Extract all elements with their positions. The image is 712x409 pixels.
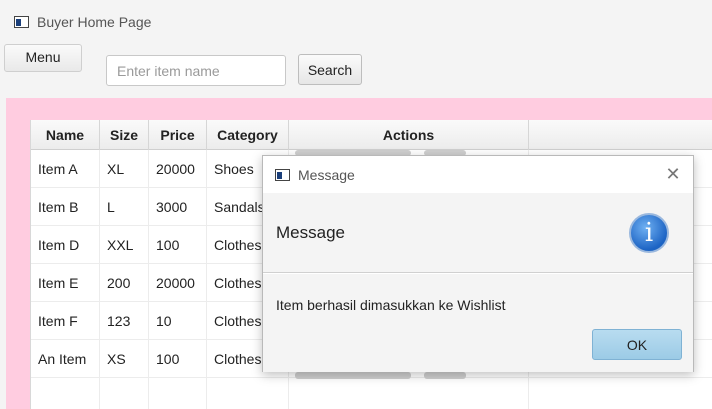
dialog-body: Item berhasil dimasukkan ke Wishlist OK — [263, 274, 693, 372]
cell-name: An Item — [31, 340, 100, 378]
dialog-header-text: Message — [276, 223, 345, 242]
dialog-header: Message i — [263, 193, 693, 273]
search-button[interactable]: Search — [298, 54, 362, 85]
table-row-empty — [31, 378, 712, 409]
cell-size: 123 — [100, 302, 149, 340]
cell-empty — [207, 378, 289, 409]
row-action-button[interactable] — [424, 372, 466, 379]
cell-price: 20000 — [149, 264, 207, 302]
window-titlebar: Buyer Home Page — [14, 10, 151, 34]
cell-empty — [31, 378, 100, 409]
search-input[interactable] — [106, 55, 286, 86]
cell-price: 100 — [149, 340, 207, 378]
dialog-window-icon — [275, 168, 290, 181]
cell-name: Item D — [31, 226, 100, 264]
cell-empty — [529, 378, 712, 409]
ok-button[interactable]: OK — [592, 329, 682, 360]
cell-name: Item F — [31, 302, 100, 340]
dialog-titlebar: Message — [263, 156, 693, 193]
message-dialog: Message ✕ Message i Item berhasil dimasu… — [262, 155, 694, 372]
cell-size: XS — [100, 340, 149, 378]
dialog-content-text: Item berhasil dimasukkan ke Wishlist — [276, 297, 506, 313]
cell-size: XL — [100, 150, 149, 188]
cell-size: XXL — [100, 226, 149, 264]
cell-name: Item E — [31, 264, 100, 302]
column-header-category[interactable]: Category — [207, 120, 289, 150]
buyer-home-window: Buyer Home Page Menu Search Name Size Pr… — [0, 0, 712, 409]
info-icon: i — [629, 213, 669, 253]
cell-empty — [100, 378, 149, 409]
cell-price: 20000 — [149, 150, 207, 188]
column-header-size[interactable]: Size — [100, 120, 149, 150]
cell-empty — [149, 378, 207, 409]
cell-size: 200 — [100, 264, 149, 302]
cell-empty — [289, 378, 529, 409]
window-title: Buyer Home Page — [37, 14, 152, 30]
table-header: Name Size Price Category Actions — [31, 120, 712, 150]
cell-price: 10 — [149, 302, 207, 340]
column-header-actions[interactable]: Actions — [289, 120, 529, 150]
column-header-price[interactable]: Price — [149, 120, 207, 150]
cell-name: Item A — [31, 150, 100, 188]
cell-price: 3000 — [149, 188, 207, 226]
wishlist-button[interactable] — [295, 372, 411, 379]
column-header-filler — [529, 120, 712, 150]
cell-size: L — [100, 188, 149, 226]
close-icon[interactable]: ✕ — [663, 164, 683, 184]
cell-name: Item B — [31, 188, 100, 226]
column-header-name[interactable]: Name — [31, 120, 100, 150]
app-window-icon — [14, 16, 29, 28]
menu-button[interactable]: Menu — [4, 44, 82, 72]
dialog-title: Message — [298, 166, 355, 183]
cell-price: 100 — [149, 226, 207, 264]
